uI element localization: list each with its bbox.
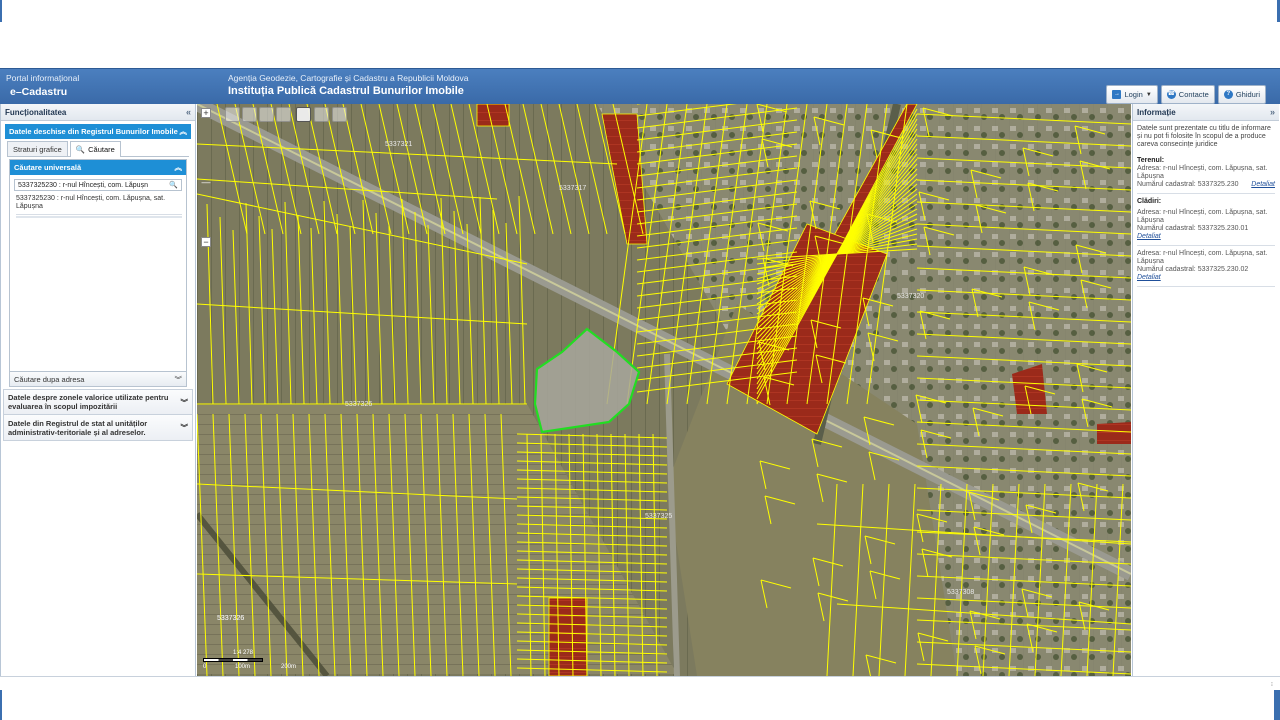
caret-down-icon: ▼ [1145,91,1152,98]
parcel-number-label: 5337308 [947,589,974,596]
zoom-slider-handle[interactable]: — [201,178,211,188]
resize-grip-icon[interactable]: ⁝ [1271,681,1273,688]
footer-divider [0,676,1280,677]
admin-register-section[interactable]: Datele din Registrul de stat al unitățil… [3,415,193,441]
tab-label: Căutare [88,145,115,154]
functionality-panel-header: Funcționalitatea « [1,104,195,121]
cadastral-map[interactable]: 5337321 5337317 5337326 5337325 5337320 53373… [197,104,1131,676]
window-edge-left-bottom [0,690,2,720]
functionality-panel: Funcționalitatea « Datele deschise din R… [0,104,196,676]
land-cadastral-number: Numărul cadastral: 5337325.230 [1137,181,1239,188]
information-title: Informație [1137,107,1176,117]
chevron-up-icon: ︽ [179,127,188,136]
login-label: Login [1124,90,1143,99]
zoom-out-button[interactable]: − [201,237,211,247]
land-section-title: Terenul: [1137,157,1165,164]
help-icon: ? [1223,90,1233,99]
information-panel: Informație » Datele sunt prezentate cu t… [1132,104,1279,676]
guides-label: Ghiduri [1235,90,1260,99]
agency-title: Instituția Publică Cadastrul Bunurilor I… [228,85,464,97]
contacts-button[interactable]: ☎ Contacte [1160,85,1215,104]
universal-search-box: Căutare universală ︽ 5337325230 : r-nul … [9,159,187,372]
disclaimer-text: Datele sunt prezentate cu titlu de infor… [1137,125,1271,148]
panel-title: Funcționalitatea [5,107,67,117]
land-details-link[interactable]: Detaliat [1251,181,1275,189]
building2-address: Adresa: r-nul Hîncești, com. Lăpușna, sa… [1137,250,1268,265]
parcel-number-label: 5337320 [897,293,924,300]
zoom-in-button[interactable]: + [201,108,211,118]
building1-number: Numărul cadastral: 5337325.230.01 [1137,225,1249,232]
divider [1137,286,1275,287]
login-icon: → [1112,90,1122,99]
search-icon[interactable]: 🔍 [169,181,178,189]
window-edge-left [0,0,2,22]
universal-search-header[interactable]: Căutare universală ︽ [10,160,186,175]
map-scale-bar: 1:4 278 0 100m 200m [203,650,303,672]
chevron-up-icon: ︽ [174,163,183,172]
portal-title[interactable]: e–Cadastru [10,86,67,98]
building1-address: Adresa: r-nul Hîncești, com. Lăpușna, sa… [1137,209,1268,224]
scale-bar-graphic [203,658,263,662]
print-tool-icon[interactable] [332,107,347,122]
scale-ratio: 1:4 278 [233,650,254,656]
parcel-number-label: 5337326 [217,615,244,622]
collapse-left-icon[interactable]: « [186,107,191,117]
divider [1137,245,1275,246]
value-zones-label: Datele despre zonele valorice utilizate … [8,393,169,411]
tab-label: Straturi grafice [13,144,62,154]
information-body: Datele sunt prezentate cu titlu de infor… [1133,121,1279,295]
back-tool-icon[interactable] [259,107,274,122]
chevron-down-icon: ︾ [174,374,183,384]
chevron-down-icon: ︾ [180,397,189,407]
parcel-number-label: 5337321 [385,141,412,148]
address-search-label: Căutare dupa adresa [14,374,85,384]
building1-details-link[interactable]: Detaliat [1137,233,1275,241]
admin-register-label: Datele din Registrul de stat al unitățil… [8,418,148,437]
universal-search-title: Căutare universală [14,163,82,172]
land-address: Adresa: r-nul Hîncești, com. Lăpușna, sa… [1137,165,1268,180]
guides-button[interactable]: ? Ghiduri [1217,85,1266,104]
address-search-section[interactable]: Căutare dupa adresa ︾ [9,372,187,387]
header-buttons: → Login ▼ ☎ Contacte ? Ghiduri [1106,85,1266,104]
tab-bar: Straturi grafice 🔍 Căutare [7,141,189,157]
collapse-right-icon[interactable]: » [1270,107,1275,117]
chevron-down-icon: ︾ [180,423,189,432]
map-canvas[interactable]: 5337321 5337317 5337326 5337325 5337320 53373… [197,104,1131,676]
forward-tool-icon[interactable] [276,107,291,122]
magnifier-icon: 🔍 [75,145,86,154]
information-panel-header: Informație » [1133,104,1279,121]
search-result-item[interactable]: 5337325230 : r-nul Hîncești, com. Lăpușn… [16,195,182,215]
contacts-label: Contacte [1178,90,1209,99]
scale-label-0: 0 [203,664,207,670]
zoom-box-tool-icon[interactable] [242,107,257,122]
window-edge-right-bottom [1274,690,1280,720]
scale-label-200: 200m [281,664,297,670]
measure-tool-icon[interactable] [314,107,329,122]
parcel-number-label: 5337325 [645,513,672,520]
login-button[interactable]: → Login ▼ [1106,85,1158,104]
tab-graphic-layers[interactable]: Straturi grafice [7,141,68,156]
value-zones-section[interactable]: Datele despre zonele valorice utilizate … [3,389,193,415]
search-input-value: 5337325230 : r-nul Hîncești, com. Lăpușn [18,181,148,189]
open-data-section-header[interactable]: Datele deschise din Registrul Bunurilor … [5,124,191,139]
scale-label-100: 100m [235,664,251,670]
search-input[interactable]: 5337325230 : r-nul Hîncești, com. Lăpușn… [14,179,182,191]
building2-number: Numărul cadastral: 5337325.230.02 [1137,266,1249,273]
result-divider [16,216,182,218]
identify-tool-icon[interactable] [296,107,311,122]
land-number-row: Numărul cadastral: 5337325.230 Detaliat [1137,181,1275,189]
parcel-number-label: 5337317 [559,185,586,192]
buildings-section-title: Clădiri: [1137,198,1162,205]
app-header: Portal informațional e–Cadastru Agenția … [0,68,1280,104]
parcel-number-label: 5337326 [345,401,372,408]
open-data-section-title: Datele deschise din Registrul Bunurilor … [9,127,178,136]
agency-subtitle: Agenția Geodezie, Cartografie și Cadastr… [228,73,469,83]
tab-search[interactable]: 🔍 Căutare [69,141,121,157]
portal-subtitle: Portal informațional [6,73,80,83]
phone-icon: ☎ [1166,90,1176,99]
pan-tool-icon[interactable] [225,107,240,122]
building2-details-link[interactable]: Detaliat [1137,274,1275,282]
divider [1137,193,1275,194]
